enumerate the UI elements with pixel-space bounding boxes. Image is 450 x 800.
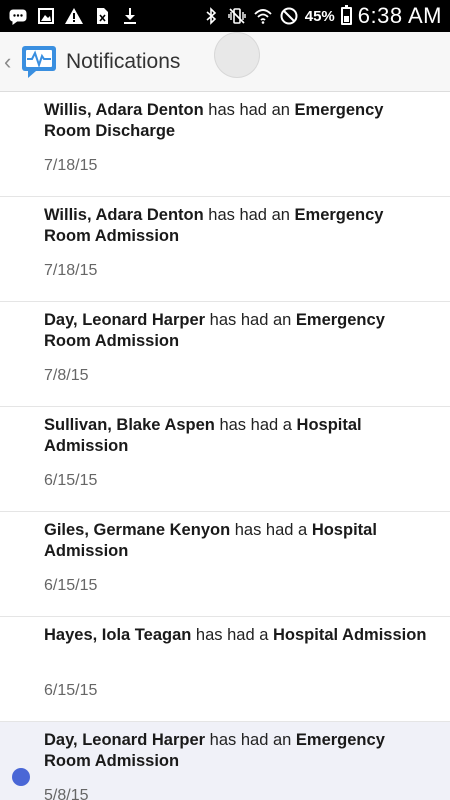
heartbeat-chat-icon[interactable] <box>20 43 60 81</box>
patient-name: Sullivan, Blake Aspen <box>44 416 215 434</box>
patient-name: Hayes, Iola Teagan <box>44 626 192 644</box>
battery-percentage: 45% <box>304 7 335 25</box>
page-title: Notifications <box>66 49 181 73</box>
bluetooth-icon <box>201 6 221 26</box>
notification-message: Day, Leonard Harper has had an Emergency… <box>44 730 430 772</box>
unread-indicator <box>12 768 30 786</box>
notification-list: Willis, Adara Denton has had an Emergenc… <box>0 92 450 800</box>
notification-connector: has had an <box>203 101 295 119</box>
notification-connector: has had a <box>214 416 297 434</box>
wifi-icon <box>253 6 273 26</box>
clock: 6:38 AM <box>357 3 442 28</box>
notification-connector: has had an <box>203 206 295 224</box>
notification-item[interactable]: Willis, Adara Denton has had an Emergenc… <box>0 92 450 197</box>
messages-icon <box>8 6 28 26</box>
patient-name: Giles, Germane Kenyon <box>44 521 231 539</box>
notification-date: 6/15/15 <box>44 577 98 594</box>
notification-connector: has had a <box>230 521 312 539</box>
notification-message: Sullivan, Blake Aspen has had a Hospital… <box>44 415 430 457</box>
notification-message: Day, Leonard Harper has had an Emergency… <box>44 310 430 352</box>
notification-item[interactable]: Sullivan, Blake Aspen has had a Hospital… <box>0 407 450 512</box>
notification-date: 6/15/15 <box>44 472 98 489</box>
notification-connector: has had an <box>205 731 296 749</box>
no-sim-icon <box>92 6 112 26</box>
notification-date: 5/8/15 <box>44 787 89 800</box>
patient-name: Day, Leonard Harper <box>44 731 206 749</box>
do-not-disturb-icon <box>279 6 299 26</box>
patient-name: Willis, Adara Denton <box>44 206 204 224</box>
download-icon <box>120 6 140 26</box>
patient-name: Day, Leonard Harper <box>44 311 206 329</box>
patient-name: Willis, Adara Denton <box>44 101 204 119</box>
notification-item[interactable]: Hayes, Iola Teagan has had a Hospital Ad… <box>0 617 450 722</box>
app-bar: ‹ Notifications <box>0 32 450 92</box>
notification-message: Willis, Adara Denton has had an Emergenc… <box>44 100 430 142</box>
warning-icon <box>64 6 84 26</box>
notification-connector: has had an <box>205 311 296 329</box>
notification-connector: has had a <box>191 626 273 644</box>
gallery-icon <box>36 6 56 26</box>
battery-icon <box>340 5 352 25</box>
touch-ripple <box>214 32 260 78</box>
notification-date: 6/15/15 <box>44 682 98 699</box>
notification-date: 7/8/15 <box>44 367 89 384</box>
chevron-left-icon[interactable]: ‹ <box>4 50 18 73</box>
notification-item[interactable]: Willis, Adara Denton has had an Emergenc… <box>0 197 450 302</box>
event-type: Hospital Admission <box>273 626 427 644</box>
notification-item[interactable]: Giles, Germane Kenyon has had a Hospital… <box>0 512 450 617</box>
notification-message: Giles, Germane Kenyon has had a Hospital… <box>44 520 430 562</box>
notification-message: Willis, Adara Denton has had an Emergenc… <box>44 205 430 247</box>
notification-item[interactable]: Day, Leonard Harper has had an Emergency… <box>0 722 450 800</box>
notification-date: 7/18/15 <box>44 262 98 279</box>
status-bar: 45% 6:38 AM <box>0 0 450 32</box>
notification-date: 7/18/15 <box>44 157 98 174</box>
notification-message: Hayes, Iola Teagan has had a Hospital Ad… <box>44 625 430 646</box>
vibrate-icon <box>227 6 247 26</box>
notification-item[interactable]: Day, Leonard Harper has had an Emergency… <box>0 302 450 407</box>
